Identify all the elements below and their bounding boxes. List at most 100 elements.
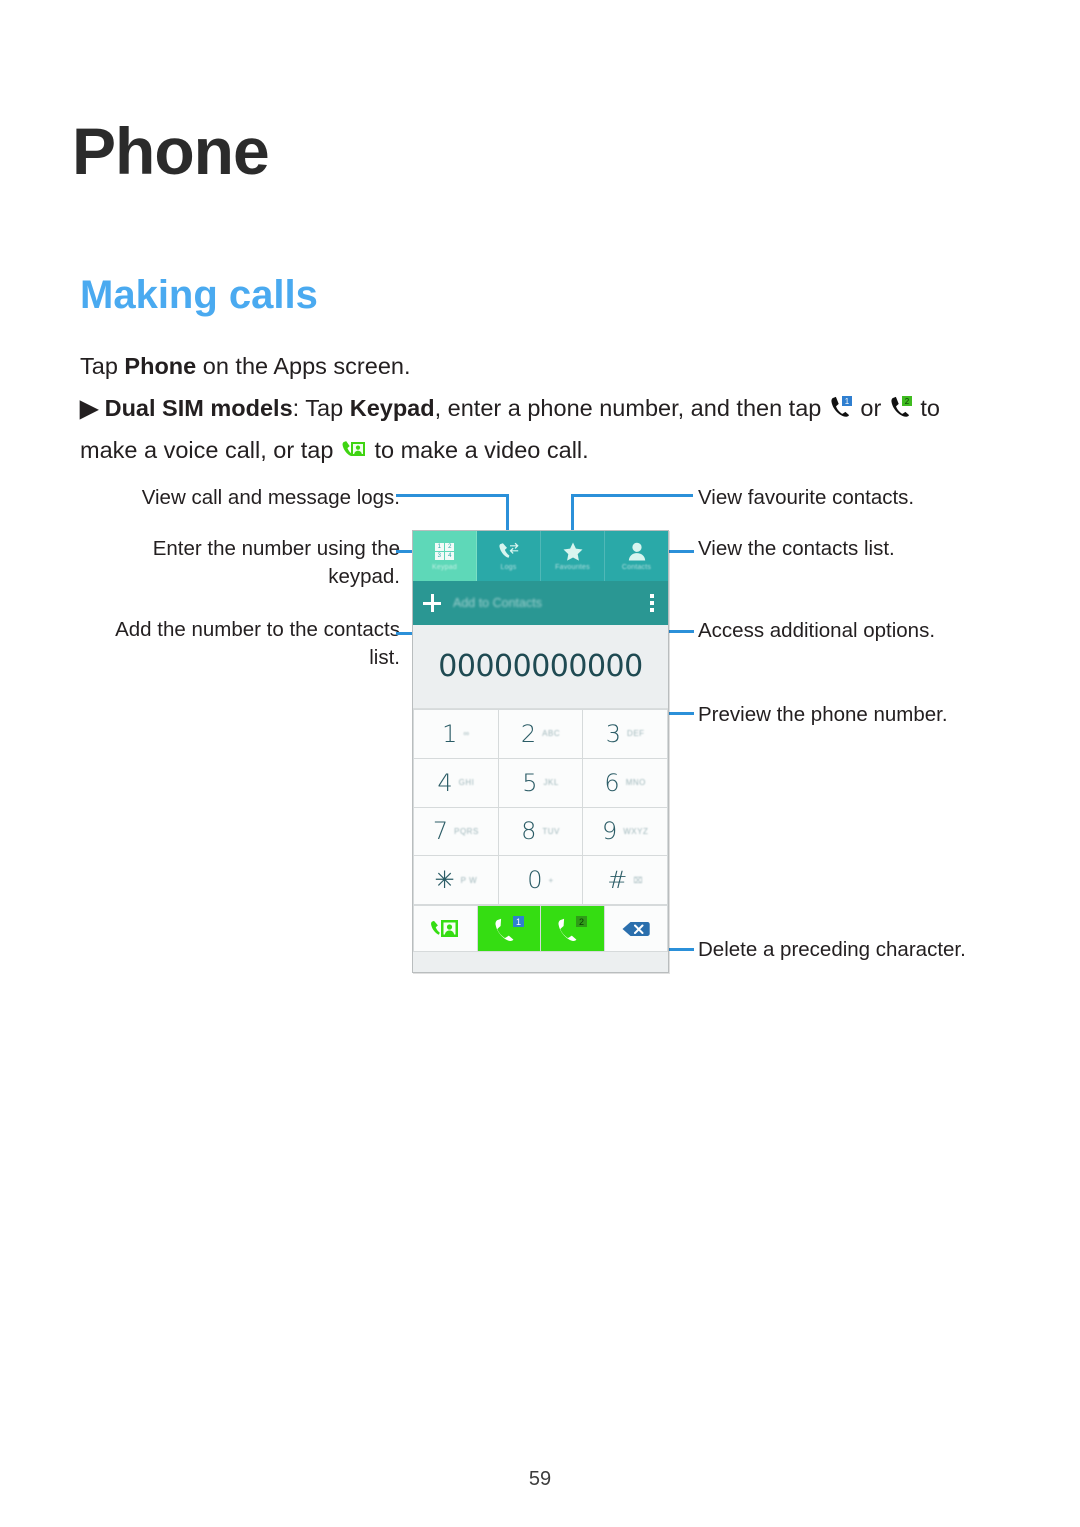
call-sim1-icon: 1 [830,393,852,431]
key-6-digit: 6 [604,768,620,797]
page-title: Phone [72,114,270,188]
key-star[interactable]: ✳ P W [414,856,498,904]
key-4-sub: GHI [458,778,475,788]
key-4[interactable]: 4 GHI [414,758,498,807]
callout-view-favourites: View favourite contacts. [698,486,915,509]
key-6[interactable]: 6 MNO [583,758,667,807]
key-7-digit: 7 [432,817,449,846]
leader-logs-h [396,494,509,497]
para2-bold-dualsim: Dual SIM models [98,395,293,421]
call-sim1-button[interactable]: 1 [477,906,540,951]
key-7-sub: PQRS [454,826,479,836]
para2-t2: , enter a phone number, and then tap [434,395,828,421]
page-number: 59 [528,1468,552,1490]
tab-logs-label: Logs [500,563,517,571]
para1-post: on the Apps screen. [196,353,411,379]
phone-number-display: 00000000000 [413,625,668,709]
leader-logs-v [506,494,509,534]
key-9-sub: WXYZ [623,826,649,836]
callout-more-options: Access additional options. [698,619,936,642]
tab-favourites-label: Favourites [555,563,590,571]
sim2-badge: 2 [579,917,584,927]
svg-text:2: 2 [905,397,910,406]
more-vertical-icon[interactable] [650,594,654,612]
key-hash[interactable]: # ⌧ [583,856,667,904]
key-9[interactable]: 9 WXYZ [583,807,667,856]
callout-enter-number: Enter the number using the keypad. [152,537,400,588]
key-0[interactable]: 0 + [498,856,583,904]
key-8-digit: 8 [521,817,537,846]
intro-paragraph: Tap Phone on the Apps screen. [80,347,980,385]
key-star-digit: ✳ [434,866,455,895]
dual-sim-paragraph: ▶ Dual SIM models: Tap Keypad, enter a p… [80,389,970,473]
add-to-contacts-bar[interactable]: Add to Contacts [413,581,668,625]
key-star-sub: P W [460,875,478,885]
call-sim2-icon: 2 [890,393,912,431]
dialer-action-row: 1 2 [413,905,668,952]
person-icon [628,542,646,562]
call-logs-icon [498,542,519,562]
key-2[interactable]: 2 ABC [498,710,583,758]
para2-bold-keypad: Keypad [349,395,435,421]
callout-preview-number: Preview the phone number. [698,703,948,726]
tab-contacts-label: Contacts [621,563,652,571]
dial-keypad: 1 ∞ 2 ABC 3 DEF 4 GHI 5 JKL 6 MNO 7 PQRS 8 TUV 9… [413,709,668,905]
section-title: Making calls [80,273,318,317]
add-to-contacts-label: Add to Contacts [453,596,542,610]
key-3[interactable]: 3 DEF [583,710,667,758]
bullet-arrow-icon: ▶ [80,395,99,421]
key-0-sub: + [548,875,554,885]
callout-view-logs: View call and message logs. [141,486,400,509]
key-6-sub: MNO [625,778,646,788]
tab-keypad-label: Keypad [432,563,457,571]
tab-favourites[interactable]: Favourites [541,531,605,581]
video-call-button[interactable] [414,906,477,951]
key-2-sub: ABC [542,729,561,739]
key-1-sub: ∞ [463,729,470,739]
star-icon [563,542,583,562]
para2-t3: or [853,395,888,421]
key-5[interactable]: 5 JKL [498,758,583,807]
phone-number-value: 00000000000 [438,649,643,684]
key-0-digit: 0 [527,866,543,895]
key-8[interactable]: 8 TUV [498,807,583,856]
callout-view-contacts: View the contacts list. [698,537,895,560]
para1-pre: Tap [80,353,125,379]
key-9-digit: 9 [601,817,618,846]
backspace-icon [622,921,650,936]
video-call-icon [342,435,366,473]
key-hash-sub: ⌧ [633,875,644,885]
key-4-digit: 4 [437,768,453,797]
para2-t5: to make a video call. [367,437,589,463]
key-8-sub: TUV [542,826,560,836]
key-5-sub: JKL [543,778,559,788]
keypad-grid-icon: 1234 [434,542,455,562]
phone-dialer-screenshot: 1234 Keypad Logs Favourites Contacts Add… [412,530,669,973]
sim1-badge: 1 [516,917,521,927]
backspace-button[interactable] [604,906,667,951]
key-hash-digit: # [607,866,628,895]
para1-bold: Phone [124,353,197,379]
video-call-icon [431,919,459,937]
key-3-sub: DEF [627,729,645,739]
key-2-digit: 2 [520,719,537,748]
svg-text:1: 1 [845,397,850,406]
tab-logs[interactable]: Logs [477,531,541,581]
leader-favourites-v [571,494,574,534]
call-sim2-button[interactable]: 2 [541,906,604,951]
callout-add-contact: Add the number to the contacts list. [115,618,400,669]
plus-icon[interactable] [423,594,441,612]
para2-t1: : Tap [292,395,350,421]
call-icon: 2 [558,915,588,941]
key-5-digit: 5 [522,768,538,797]
callout-delete-character: Delete a preceding character. [698,938,966,961]
key-1[interactable]: 1 ∞ [414,710,498,758]
key-7[interactable]: 7 PQRS [414,807,498,856]
key-3-digit: 3 [605,719,622,748]
tab-keypad[interactable]: 1234 Keypad [413,531,477,581]
leader-favourites-h [573,494,693,497]
tab-contacts[interactable]: Contacts [605,531,668,581]
key-1-digit: 1 [442,719,458,748]
call-icon: 1 [495,915,524,941]
dialer-tab-bar: 1234 Keypad Logs Favourites Contacts [413,531,668,581]
